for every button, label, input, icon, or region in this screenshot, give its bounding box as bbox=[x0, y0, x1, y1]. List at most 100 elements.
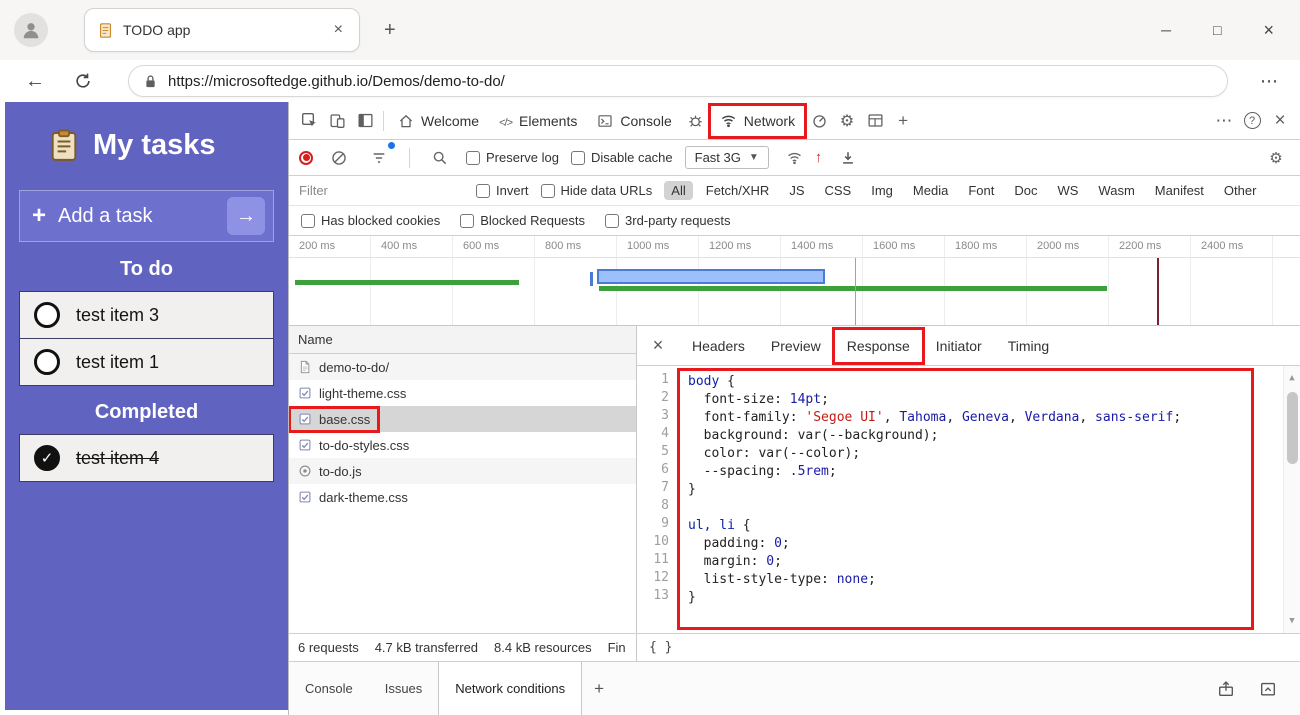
issues-bug-icon[interactable] bbox=[682, 107, 710, 135]
type-filter-css[interactable]: CSS bbox=[818, 181, 859, 200]
record-icon[interactable] bbox=[299, 150, 313, 165]
response-content: 1 2 3 4 5 6 7 8 9 10 11 12 13 body { font-size: 14pt… bbox=[637, 366, 1300, 633]
import-har-icon[interactable] bbox=[834, 144, 862, 172]
filter-icon[interactable] bbox=[365, 141, 395, 172]
tab-elements[interactable]: </> Elements bbox=[489, 105, 587, 137]
type-filter-img[interactable]: Img bbox=[864, 181, 900, 200]
requests-name-header[interactable]: Name bbox=[289, 326, 636, 354]
line-number: 9 bbox=[661, 516, 669, 531]
checkbox-icon[interactable] bbox=[301, 213, 315, 228]
type-filter-fetchxhr[interactable]: Fetch/XHR bbox=[699, 181, 777, 200]
request-row[interactable]: base.css bbox=[289, 405, 636, 433]
checkbox-icon[interactable] bbox=[570, 150, 585, 165]
close-response-pane-icon[interactable]: × bbox=[637, 335, 679, 356]
devtools-menu-icon[interactable]: ⋯ bbox=[1210, 107, 1238, 135]
more-tabs-icon[interactable]: + bbox=[889, 107, 917, 135]
person-icon bbox=[23, 23, 39, 39]
todo-item[interactable]: test item 1 bbox=[19, 338, 274, 386]
type-filter-font[interactable]: Font bbox=[961, 181, 1001, 200]
checkbox-icon[interactable] bbox=[476, 183, 490, 198]
scrollbar[interactable]: ▲ ▼ bbox=[1283, 366, 1300, 633]
type-filter-all[interactable]: All bbox=[664, 181, 693, 200]
add-task-submit-button[interactable]: → bbox=[227, 197, 265, 235]
hide-data-urls-checkbox[interactable]: Hide data URLs bbox=[540, 183, 652, 198]
tab-close-icon[interactable]: × bbox=[330, 20, 347, 40]
request-row[interactable]: demo-to-do/ bbox=[289, 354, 636, 380]
type-filter-ws[interactable]: WS bbox=[1050, 181, 1085, 200]
response-code[interactable]: body { font-size: 14pt; font-family: 'Se… bbox=[677, 368, 1254, 630]
unchecked-circle-icon[interactable] bbox=[34, 302, 60, 328]
response-tab-preview[interactable]: Preview bbox=[758, 329, 834, 363]
dock-side-icon[interactable] bbox=[351, 107, 379, 135]
minimize-icon[interactable]: ─ bbox=[1161, 22, 1171, 38]
network-overview-waterfall[interactable]: 200 ms 400 ms 600 ms 800 ms 1000 ms 1200 ms 14… bbox=[289, 236, 1300, 326]
settings-gear-icon[interactable]: ⚙ bbox=[833, 107, 861, 135]
close-window-icon[interactable]: × bbox=[1263, 20, 1274, 41]
disable-cache-checkbox[interactable]: Disable cache bbox=[570, 150, 673, 165]
request-row[interactable]: light-theme.css bbox=[289, 380, 636, 406]
response-tab-response[interactable]: Response bbox=[831, 326, 925, 365]
panel-layout-icon[interactable] bbox=[861, 107, 889, 135]
scroll-up-icon[interactable]: ▲ bbox=[1289, 369, 1294, 387]
type-filter-manifest[interactable]: Manifest bbox=[1148, 181, 1211, 200]
response-tab-headers[interactable]: Headers bbox=[679, 329, 758, 363]
export-icon[interactable] bbox=[1212, 675, 1240, 703]
checkbox-icon[interactable] bbox=[540, 183, 555, 198]
drawer-tab-issues[interactable]: Issues bbox=[369, 662, 439, 715]
checkbox-icon[interactable] bbox=[460, 213, 475, 228]
device-emulation-icon[interactable] bbox=[323, 107, 351, 135]
network-conditions-icon[interactable] bbox=[781, 144, 809, 172]
search-icon[interactable] bbox=[426, 144, 454, 172]
performance-icon[interactable] bbox=[805, 107, 833, 135]
profile-avatar[interactable] bbox=[14, 13, 48, 47]
checked-circle-icon[interactable]: ✓ bbox=[34, 445, 60, 471]
help-icon[interactable]: ? bbox=[1238, 107, 1266, 135]
throttling-dropdown[interactable]: Fast 3G ▼ bbox=[684, 146, 769, 169]
reload-icon[interactable] bbox=[74, 72, 104, 90]
address-bar[interactable]: https://microsoftedge.github.io/Demos/de… bbox=[128, 65, 1228, 97]
blocked-requests-checkbox[interactable]: Blocked Requests bbox=[460, 213, 585, 228]
network-settings-gear-icon[interactable]: ⚙ bbox=[1262, 144, 1290, 172]
invert-checkbox[interactable]: Invert bbox=[476, 183, 529, 198]
back-icon[interactable]: ← bbox=[20, 70, 50, 93]
unchecked-circle-icon[interactable] bbox=[34, 349, 60, 375]
expand-panel-icon[interactable] bbox=[1254, 675, 1282, 703]
3rd-party-requests-checkbox[interactable]: 3rd-party requests bbox=[605, 213, 731, 228]
scroll-down-icon[interactable]: ▼ bbox=[1289, 612, 1294, 630]
maximize-icon[interactable]: □ bbox=[1213, 22, 1221, 38]
request-row[interactable]: to-do.js bbox=[289, 458, 636, 484]
add-task-row[interactable]: + Add a task → bbox=[19, 190, 274, 242]
pretty-print-icon[interactable]: { } bbox=[637, 640, 684, 655]
has-blocked-cookies-checkbox[interactable]: Has blocked cookies bbox=[301, 213, 440, 228]
type-filter-js[interactable]: JS bbox=[782, 181, 811, 200]
tab-network[interactable]: Network bbox=[707, 102, 808, 139]
checkbox-icon[interactable] bbox=[466, 150, 480, 165]
type-filter-other[interactable]: Other bbox=[1217, 181, 1264, 200]
type-filter-media[interactable]: Media bbox=[906, 181, 955, 200]
checkbox-icon[interactable] bbox=[605, 213, 620, 228]
scroll-thumb[interactable] bbox=[1287, 392, 1298, 464]
new-tab-button[interactable]: + bbox=[376, 17, 404, 44]
request-row[interactable]: dark-theme.css bbox=[289, 484, 636, 510]
add-task-label: Add a task bbox=[58, 204, 153, 227]
add-drawer-tab-icon[interactable]: + bbox=[582, 662, 616, 715]
tab-welcome[interactable]: Welcome bbox=[388, 105, 489, 137]
filter-input[interactable] bbox=[299, 183, 464, 198]
browser-tab[interactable]: TODO app × bbox=[84, 8, 360, 52]
request-row[interactable]: to-do-styles.css bbox=[289, 432, 636, 458]
ruler-line bbox=[289, 257, 1300, 258]
response-tab-timing[interactable]: Timing bbox=[995, 329, 1063, 363]
close-devtools-icon[interactable]: × bbox=[1266, 107, 1294, 135]
todo-item[interactable]: ✓ test item 4 bbox=[19, 434, 274, 482]
response-tab-initiator[interactable]: Initiator bbox=[923, 329, 995, 363]
drawer-tab-console[interactable]: Console bbox=[289, 662, 369, 715]
clear-icon[interactable] bbox=[325, 144, 353, 172]
todo-item[interactable]: test item 3 bbox=[19, 291, 274, 339]
tab-console[interactable]: Console bbox=[587, 105, 681, 137]
drawer-tab-network-conditions[interactable]: Network conditions bbox=[438, 662, 583, 715]
preserve-log-checkbox[interactable]: Preserve log bbox=[466, 150, 559, 165]
browser-menu-icon[interactable]: ⋯ bbox=[1260, 71, 1278, 92]
type-filter-doc[interactable]: Doc bbox=[1007, 181, 1044, 200]
inspect-icon[interactable] bbox=[295, 107, 323, 135]
type-filter-wasm[interactable]: Wasm bbox=[1091, 181, 1141, 200]
